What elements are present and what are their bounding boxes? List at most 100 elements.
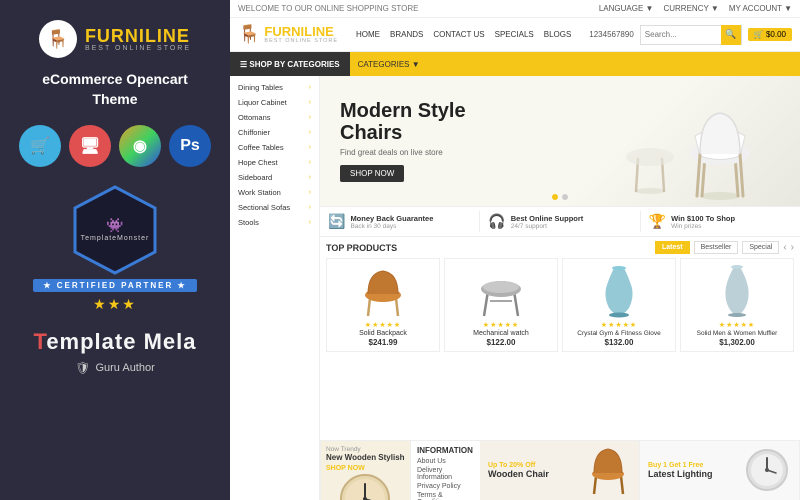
header-nav: HOME BRANDS CONTACT US SPECIALS BLOGS bbox=[356, 30, 571, 39]
ps-tech-icon: Ps bbox=[169, 125, 211, 167]
currency-btn[interactable]: CURRENCY ▼ bbox=[663, 4, 718, 13]
dot-1[interactable] bbox=[552, 194, 558, 200]
nav-contact[interactable]: CONTACT US bbox=[433, 30, 484, 39]
template-t: T bbox=[34, 329, 47, 354]
account-btn[interactable]: MY ACCOUNT ▼ bbox=[729, 4, 792, 13]
info-delivery[interactable]: Delivery Information bbox=[417, 467, 474, 481]
nav-home[interactable]: HOME bbox=[356, 30, 380, 39]
clock-promo-img bbox=[743, 446, 791, 496]
promo-wooden-chair: Up To 20% Off Wooden Chair bbox=[480, 441, 640, 500]
product-stars-1: ★★★★★ bbox=[365, 321, 401, 329]
product-stool-svg bbox=[476, 263, 526, 318]
product-tabs: Latest Bestseller Special ‹ › bbox=[655, 241, 794, 254]
feature-support-sub: 24/7 support bbox=[511, 223, 584, 230]
hero-shop-now-btn[interactable]: SHOP NOW bbox=[340, 165, 404, 182]
product-name-2: Mechanical watch bbox=[473, 330, 529, 337]
trendy-title: New Wooden Stylish bbox=[326, 453, 405, 463]
yellow-nav: ☰ SHOP BY CATEGORIES CATEGORIES ▼ bbox=[230, 52, 800, 76]
cat-coffee-tables[interactable]: Coffee Tables› bbox=[230, 140, 319, 155]
phone-number: 1234567890 bbox=[589, 30, 634, 39]
right-panel: WELCOME TO OUR ONLINE SHOPPING STORE LAN… bbox=[230, 0, 800, 500]
feature-money-back-title: Money Back Guarantee bbox=[350, 214, 433, 223]
cat-stools[interactable]: Stools› bbox=[230, 215, 319, 230]
search-input[interactable] bbox=[641, 30, 721, 39]
theme-title: eCommerce OpencartTheme bbox=[42, 70, 188, 109]
main-content: Dining Tables› Liquor Cabinet› Ottomans›… bbox=[230, 76, 800, 500]
hero-banner: Modern StyleChairs Find great deals on l… bbox=[320, 76, 800, 206]
shop-by-categories-btn[interactable]: ☰ SHOP BY CATEGORIES bbox=[230, 52, 350, 76]
store-content: Modern StyleChairs Find great deals on l… bbox=[320, 76, 800, 500]
cat-ottomans[interactable]: Ottomans› bbox=[230, 110, 319, 125]
feature-win-text: Win $100 To Shop Win prizes bbox=[671, 214, 735, 230]
template-rest: emplate Mela bbox=[46, 329, 196, 354]
bottom-row: Now Trendy New Wooden Stylish SHOP NOW bbox=[320, 440, 800, 500]
categories-btn[interactable]: CATEGORIES ▼ bbox=[350, 52, 428, 76]
product-price-2: $122.00 bbox=[487, 338, 516, 347]
products-header: TOP PRODUCTS Latest Bestseller Special ‹… bbox=[326, 241, 794, 254]
search-button[interactable]: 🔍 bbox=[721, 25, 741, 45]
promo-lighting-title: Latest Lighting bbox=[648, 469, 737, 479]
tab-prev[interactable]: ‹ bbox=[783, 242, 786, 253]
tab-bestseller[interactable]: Bestseller bbox=[694, 241, 739, 254]
header: 🪑 FURNILINE BEST ONLINE STORE HOME BRAND… bbox=[230, 18, 800, 52]
feature-win: 🏆 Win $100 To Shop Win prizes bbox=[641, 211, 800, 232]
promo-lighting-badge: Buy 1 Get 1 Free bbox=[648, 462, 737, 469]
product-vase2-svg bbox=[712, 263, 762, 318]
tab-special[interactable]: Special bbox=[742, 241, 779, 254]
info-sidebar: INFORMATION About Us Delivery Informatio… bbox=[410, 441, 480, 500]
cart-button[interactable]: 🛒 $0.00 bbox=[748, 28, 792, 41]
dot-2[interactable] bbox=[562, 194, 568, 200]
info-title: INFORMATION bbox=[417, 446, 474, 455]
guru-author: 🛡 Guru Author bbox=[75, 361, 155, 375]
nav-brands[interactable]: BRANDS bbox=[390, 30, 423, 39]
wooden-chair-img bbox=[586, 446, 631, 496]
language-btn[interactable]: LANGUAGE ▼ bbox=[599, 4, 654, 13]
money-back-icon: 🔄 bbox=[328, 213, 345, 230]
feature-money-back-sub: Back in 30 days bbox=[350, 223, 433, 230]
template-mela-title: Template Mela bbox=[34, 329, 197, 355]
cat-hope-chest[interactable]: Hope Chest› bbox=[230, 155, 319, 170]
logo-sub: BEST ONLINE STORE bbox=[85, 45, 191, 52]
product-name-4: Solid Men & Women Muffler bbox=[697, 330, 778, 337]
cat-work-station[interactable]: Work Station› bbox=[230, 185, 319, 200]
feature-support-text: Best Online Support 24/7 support bbox=[511, 214, 584, 230]
tab-next[interactable]: › bbox=[791, 242, 794, 253]
tab-latest[interactable]: Latest bbox=[655, 241, 690, 254]
trendy-img bbox=[326, 472, 405, 500]
cat-chiffonier[interactable]: Chiffonier› bbox=[230, 125, 319, 140]
promo-lighting: Buy 1 Get 1 Free Latest Lighting bbox=[640, 441, 800, 500]
cat-sideboard[interactable]: Sideboard› bbox=[230, 170, 319, 185]
product-stars-2: ★★★★★ bbox=[483, 321, 519, 329]
header-logo-furni: FURNI bbox=[264, 24, 304, 39]
feature-win-sub: Win prizes bbox=[671, 223, 735, 230]
product-card-1: ★★★★★ Solid Backpack $241.99 bbox=[326, 258, 440, 352]
cat-liquor-cabinet[interactable]: Liquor Cabinet› bbox=[230, 95, 319, 110]
header-logo-text-area: FURNILINE BEST ONLINE STORE bbox=[264, 25, 338, 44]
feature-support: 🎧 Best Online Support 24/7 support bbox=[480, 211, 640, 232]
header-logo-text: FURNILINE bbox=[264, 25, 338, 38]
device-tech-icon: 🖥 bbox=[69, 125, 111, 167]
cat-dining-tables[interactable]: Dining Tables› bbox=[230, 80, 319, 95]
nav-blogs[interactable]: BLOGS bbox=[544, 30, 572, 39]
hero-subtitle: Find great deals on live store bbox=[340, 148, 600, 157]
top-bar-links: LANGUAGE ▼ CURRENCY ▼ MY ACCOUNT ▼ bbox=[599, 4, 792, 13]
info-about-us[interactable]: About Us bbox=[417, 458, 474, 465]
stars-row: ★★★ bbox=[93, 296, 137, 313]
product-stars-3: ★★★★★ bbox=[601, 321, 637, 329]
promo-lighting-text: Buy 1 Get 1 Free Latest Lighting bbox=[648, 462, 737, 479]
info-privacy[interactable]: Privacy Policy bbox=[417, 483, 474, 490]
trendy-shop-now[interactable]: SHOP NOW bbox=[326, 465, 405, 472]
support-icon: 🎧 bbox=[488, 213, 505, 230]
product-vase-svg bbox=[594, 263, 644, 318]
color-tech-icon: ◉ bbox=[119, 125, 161, 167]
info-terms[interactable]: Terms & Conditions bbox=[417, 492, 474, 500]
hero-image-area bbox=[600, 81, 780, 201]
product-img-4 bbox=[685, 263, 789, 318]
guru-text: Guru Author bbox=[95, 362, 154, 374]
hero-dots bbox=[552, 194, 568, 200]
tm-badge-area: 👾 TemplateMonster ★ CERTIFIED PARTNER ★ … bbox=[33, 185, 196, 313]
nav-specials[interactable]: SPECIALS bbox=[495, 30, 534, 39]
header-logo-icon: 🪑 bbox=[238, 24, 260, 45]
trendy-section: Now Trendy New Wooden Stylish SHOP NOW bbox=[320, 441, 410, 500]
cat-sectional-sofas[interactable]: Sectional Sofas› bbox=[230, 200, 319, 215]
